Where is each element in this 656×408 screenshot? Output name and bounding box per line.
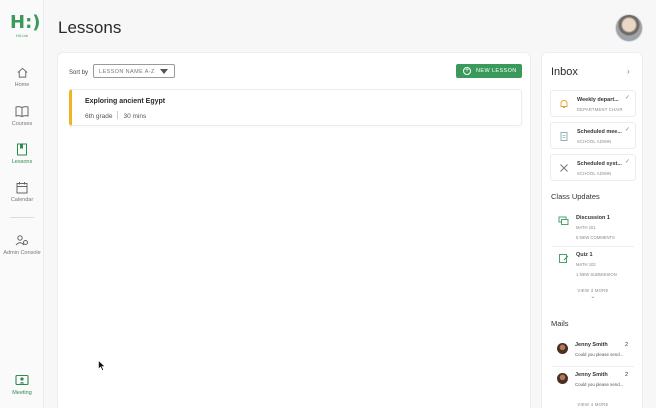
bell-icon (560, 100, 568, 108)
lesson-duration: 30 mins (123, 113, 147, 120)
logo-text: H:) (10, 12, 41, 33)
class-updates-title: Class Updates (551, 192, 600, 201)
mail-sender: Jenny Smith (575, 342, 608, 348)
bookmark-icon (17, 143, 27, 156)
class-update-item[interactable]: Discussion 1 MATH 101 5 NEW COMMENTS (550, 215, 636, 241)
nav-item-meeting[interactable]: Meeting (0, 374, 44, 396)
lesson-card[interactable]: Exploring ancient Egypt 6th grade 30 mins (69, 89, 522, 126)
avatar (557, 373, 568, 384)
update-title: Discussion 1 (576, 215, 610, 221)
avatar (557, 343, 568, 354)
chevron-down-icon (160, 69, 168, 74)
inbox-item-title: Weekly depart... (577, 97, 619, 103)
nav-label-lessons: Lessons (11, 159, 33, 165)
chevron-down-icon: ⌄ (590, 294, 596, 300)
view-more-mails[interactable]: VIEW 4 MORE (542, 402, 644, 407)
calendar-icon (16, 182, 28, 194)
inbox-title: Inbox (551, 66, 578, 78)
inbox-item[interactable]: Scheduled syst... SCHOOL ADMIN ✓ (550, 154, 636, 181)
new-lesson-button[interactable]: + NEW LESSON (456, 64, 522, 78)
mail-preview: Could you please send... (575, 382, 624, 387)
tools-icon (560, 164, 568, 172)
quiz-icon (559, 254, 569, 263)
nav-item-lessons[interactable]: Lessons (0, 143, 44, 165)
inbox-item-sender: SCHOOL ADMIN (577, 139, 612, 144)
view-more-label: VIEW 3 MORE (577, 288, 609, 293)
check-icon[interactable]: ✓ (625, 158, 630, 165)
lesson-grade: 6th grade (85, 113, 113, 120)
divider (552, 246, 634, 247)
inbox-item-title: Scheduled mee... (577, 129, 622, 135)
update-course: MATH 101 (576, 225, 596, 230)
nav-label-calendar: Calendar (10, 197, 34, 203)
mail-count: 2 (625, 342, 629, 348)
inbox-item-title: Scheduled syst... (577, 161, 622, 167)
nav-label-meeting: Meeting (12, 390, 32, 396)
nav-item-calendar[interactable]: Calendar (0, 181, 44, 203)
mails-title: Mails (551, 319, 569, 328)
lessons-panel: Sort by LESSON NAME A-Z + NEW LESSON Exp… (57, 52, 531, 408)
lesson-title: Exploring ancient Egypt (85, 98, 166, 105)
right-panel: Inbox › Weekly depart... DEPARTMENT CHAI… (541, 52, 643, 408)
lesson-meta: 6th grade 30 mins (85, 111, 146, 120)
inbox-item-sender: SCHOOL ADMIN (577, 171, 612, 176)
logo-subtext: HILink (15, 33, 29, 38)
mail-item[interactable]: Jenny Smith 2 Could you please send... (550, 372, 636, 392)
inbox-item[interactable]: Weekly depart... DEPARTMENT CHAIR ✓ (550, 90, 636, 117)
update-course: MATH 102 (576, 262, 596, 267)
sort-value: LESSON NAME A-Z (99, 69, 155, 75)
nav-item-home[interactable]: Home (0, 66, 44, 88)
view-more-label: VIEW 4 MORE (577, 402, 609, 407)
chevron-right-icon[interactable]: › (627, 67, 630, 76)
nav-label-courses: Courses (11, 121, 33, 127)
class-update-item[interactable]: Quiz 1 MATH 102 1 NEW SUBMISSION (550, 252, 636, 278)
mail-sender: Jenny Smith (575, 372, 608, 378)
new-lesson-label: NEW LESSON (476, 68, 517, 74)
left-nav: H:) HILink Home Courses Lessons Calendar (0, 0, 44, 408)
check-icon[interactable]: ✓ (625, 126, 630, 133)
clipboard-icon (560, 132, 568, 141)
inbox-item-sender: DEPARTMENT CHAIR (577, 107, 623, 112)
update-detail: 5 NEW COMMENTS (576, 235, 615, 240)
update-title: Quiz 1 (576, 252, 593, 258)
meta-divider (117, 111, 119, 119)
admin-icon (15, 235, 28, 246)
discussion-icon (558, 216, 569, 225)
nav-label-admin-console: Admin Console (3, 250, 41, 256)
inbox-item[interactable]: Scheduled mee... SCHOOL ADMIN ✓ (550, 122, 636, 149)
plus-circle-icon: + (463, 66, 471, 75)
nav-item-courses[interactable]: Courses (0, 105, 44, 127)
divider (552, 366, 634, 367)
page-title: Lessons (58, 18, 122, 37)
nav-divider (10, 217, 34, 218)
mail-item[interactable]: Jenny Smith 2 Could you please send... (550, 342, 636, 362)
home-icon (17, 67, 27, 78)
meeting-icon (15, 374, 29, 386)
view-more-updates[interactable]: VIEW 3 MORE ⌄ (542, 288, 644, 300)
mouse-cursor-icon (98, 360, 106, 371)
app-logo[interactable]: H:) HILink (10, 12, 41, 42)
sort-by-label: Sort by (69, 70, 89, 76)
nav-item-admin-console[interactable]: Admin Console (0, 234, 44, 256)
sort-select[interactable]: LESSON NAME A-Z (93, 64, 175, 78)
nav-label-home: Home (14, 82, 30, 88)
user-avatar[interactable] (615, 14, 643, 42)
mail-count: 2 (625, 372, 629, 378)
check-icon[interactable]: ✓ (625, 94, 630, 101)
update-detail: 1 NEW SUBMISSION (576, 272, 617, 277)
book-icon (15, 106, 29, 118)
mail-preview: Could you please send... (575, 352, 624, 357)
